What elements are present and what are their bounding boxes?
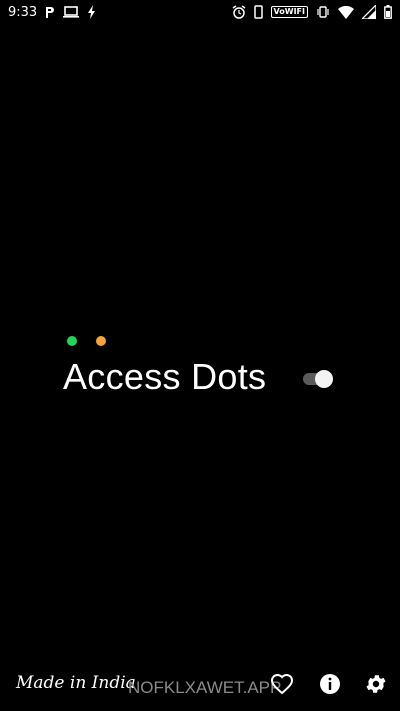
toggle-thumb	[315, 370, 333, 388]
status-time: 9:33	[8, 4, 38, 20]
signal-icon	[362, 5, 376, 19]
made-in-india-label: Made in India	[16, 673, 136, 693]
watermark-text: NOFKLXAWET.APP	[128, 678, 282, 697]
battery-icon	[384, 5, 392, 19]
wifi-icon	[338, 5, 354, 19]
settings-icon[interactable]	[364, 672, 388, 696]
parking-icon	[45, 6, 55, 19]
status-bar: 9:33 VoWIFI	[0, 0, 400, 24]
heart-icon[interactable]	[270, 672, 294, 696]
laptop-icon	[63, 6, 80, 18]
status-right: VoWIFI	[232, 5, 393, 19]
access-dots-preview	[67, 336, 106, 346]
orange-dot	[96, 336, 106, 346]
flash-icon	[87, 5, 97, 19]
access-dots-toggle[interactable]	[303, 370, 335, 388]
vibrate-icon	[316, 5, 330, 19]
status-left: 9:33	[8, 5, 97, 20]
volte-wifi-icon: VoWIFI	[270, 6, 308, 18]
page-title: Access Dots	[63, 356, 267, 397]
phone-icon	[253, 5, 263, 19]
alarm-icon	[232, 5, 246, 19]
info-icon[interactable]	[318, 672, 342, 696]
green-dot	[67, 336, 77, 346]
